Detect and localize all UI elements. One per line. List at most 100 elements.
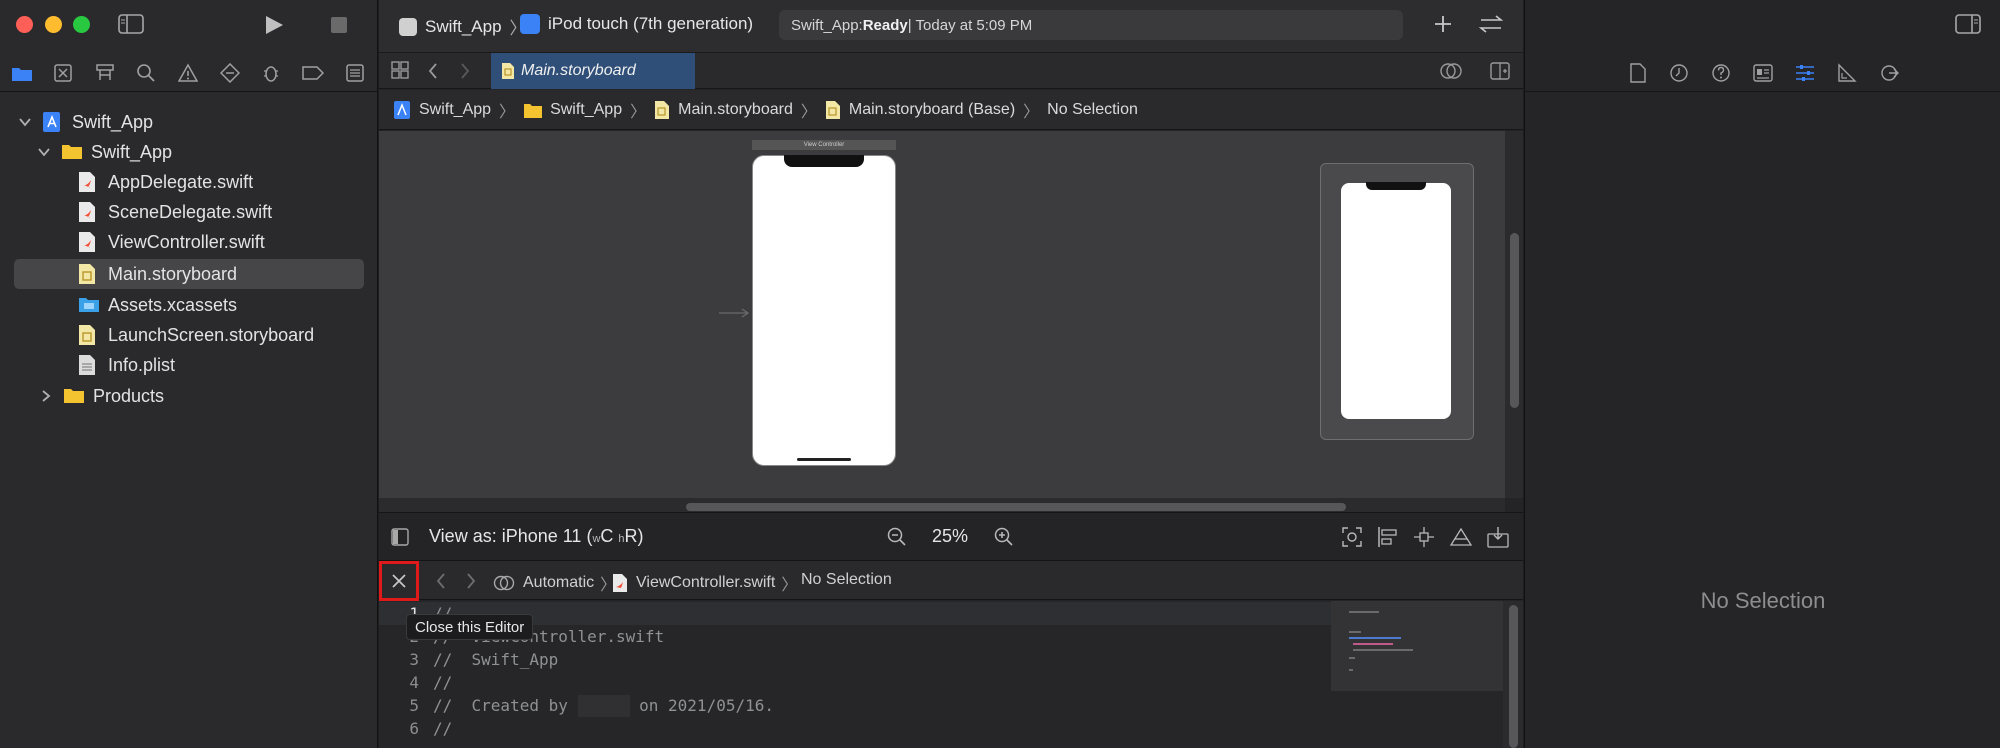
project-icon bbox=[42, 111, 62, 133]
close-icon bbox=[392, 574, 406, 588]
swift-file-icon bbox=[613, 574, 627, 592]
inspector-toggle-icon[interactable] bbox=[1955, 14, 1981, 34]
search-icon[interactable] bbox=[133, 60, 159, 86]
assistant-mode-label: Automatic bbox=[523, 574, 595, 591]
code-line: 4 // bbox=[379, 671, 1331, 694]
breadcrumb-item[interactable]: Main.storyboard (Base) 〉 bbox=[825, 98, 1047, 122]
align-icon[interactable] bbox=[1377, 526, 1399, 548]
tree-item-file[interactable]: Assets.xcassets bbox=[0, 290, 378, 320]
code-scrollbar[interactable] bbox=[1509, 605, 1518, 748]
home-indicator bbox=[797, 458, 851, 461]
zoom-in-icon[interactable] bbox=[994, 527, 1014, 547]
source-control-icon[interactable] bbox=[50, 60, 76, 86]
tree-item-file-selected[interactable]: Main.storyboard bbox=[0, 259, 378, 289]
inspector-panel: No Selection bbox=[1524, 0, 2000, 748]
minimize-window-button[interactable] bbox=[45, 16, 62, 33]
horizontal-scrollbar-track bbox=[379, 498, 1505, 512]
chevron-down-icon[interactable] bbox=[18, 115, 32, 129]
vertical-scrollbar[interactable] bbox=[1510, 233, 1519, 408]
view-controller-scene[interactable] bbox=[752, 155, 896, 466]
tree-item-folder[interactable]: Products bbox=[0, 381, 378, 411]
chevron-down-icon[interactable] bbox=[37, 145, 51, 159]
debug-icon[interactable] bbox=[258, 60, 284, 86]
folder-icon[interactable] bbox=[9, 60, 35, 86]
embed-in-icon[interactable] bbox=[1487, 526, 1509, 548]
connections-icon[interactable] bbox=[1876, 60, 1902, 86]
help-icon[interactable] bbox=[1708, 60, 1734, 86]
tree-item-label: Main.storyboard bbox=[108, 263, 238, 284]
attributes-icon[interactable] bbox=[1792, 60, 1818, 86]
storyboard-file-icon bbox=[655, 100, 670, 119]
close-editor-button[interactable] bbox=[379, 561, 419, 601]
test-icon[interactable] bbox=[217, 60, 243, 86]
code-line: 5 // Created by on 2021/05/16. bbox=[379, 694, 1331, 717]
plist-file-icon bbox=[78, 354, 98, 376]
run-button[interactable] bbox=[263, 14, 285, 36]
editor-tab-bar: Main.storyboard bbox=[379, 52, 1523, 89]
zoom-out-icon[interactable] bbox=[887, 527, 907, 547]
tree-item-file[interactable]: ViewController.swift bbox=[0, 227, 378, 257]
line-text: // Created by bbox=[433, 696, 578, 715]
breadcrumb-item[interactable]: No Selection bbox=[1047, 101, 1138, 119]
breadcrumb-label: Swift_App bbox=[419, 100, 492, 118]
document-outline-icon[interactable] bbox=[391, 528, 409, 546]
warning-icon[interactable] bbox=[175, 60, 201, 86]
breadcrumb-item[interactable]: Swift_App 〉 bbox=[393, 98, 523, 122]
folder-icon bbox=[63, 385, 84, 407]
adjust-options-icon[interactable] bbox=[1439, 61, 1463, 81]
forward-icon[interactable] bbox=[465, 572, 477, 590]
horizontal-scrollbar[interactable] bbox=[686, 503, 1346, 511]
assistant-selection[interactable]: No Selection bbox=[801, 571, 892, 589]
update-frames-icon[interactable] bbox=[1341, 526, 1363, 548]
close-window-button[interactable] bbox=[16, 16, 33, 33]
resolve-issues-icon[interactable] bbox=[1449, 526, 1473, 548]
tree-item-file[interactable]: AppDelegate.swift bbox=[0, 167, 378, 197]
swift-file-icon bbox=[78, 171, 98, 193]
hierarchy-icon[interactable] bbox=[92, 60, 118, 86]
code-editor[interactable]: 1 // 2 // ViewController.swift 3 // Swif… bbox=[379, 601, 1523, 748]
tree-item-folder[interactable]: Swift_App bbox=[0, 137, 378, 167]
breadcrumb-item[interactable]: Swift_App 〉 bbox=[523, 98, 654, 122]
file-icon[interactable] bbox=[1625, 60, 1651, 86]
back-icon[interactable] bbox=[435, 572, 447, 590]
add-library-icon[interactable] bbox=[1433, 14, 1453, 34]
tree-item-label: Swift_App bbox=[72, 111, 154, 132]
breadcrumb-item[interactable]: Main.storyboard 〉 bbox=[654, 98, 825, 122]
minimap-preview[interactable] bbox=[1320, 163, 1474, 440]
code-minimap[interactable] bbox=[1331, 601, 1503, 691]
split-editor-icon[interactable] bbox=[1490, 62, 1510, 80]
scene-title-bar[interactable]: View Controller bbox=[752, 140, 896, 150]
entry-point-arrow[interactable] bbox=[719, 308, 751, 318]
report-icon[interactable] bbox=[342, 60, 368, 86]
add-constraints-icon[interactable] bbox=[1413, 526, 1435, 548]
back-icon[interactable] bbox=[427, 62, 439, 80]
sidebar-toggle-icon[interactable] bbox=[118, 14, 144, 34]
size-icon[interactable] bbox=[1834, 60, 1860, 86]
grid-icon[interactable] bbox=[391, 61, 409, 79]
breadcrumb-label: Main.storyboard (Base) bbox=[848, 100, 1016, 118]
forward-icon[interactable] bbox=[459, 62, 471, 80]
tree-item-file[interactable]: SceneDelegate.swift bbox=[0, 197, 378, 227]
device-icon bbox=[520, 14, 540, 34]
destination-selector[interactable]: iPod touch (7th generation) bbox=[520, 14, 753, 34]
breakpoint-icon[interactable] bbox=[300, 60, 326, 86]
zoom-window-button[interactable] bbox=[73, 16, 90, 33]
assistant-mode-selector[interactable]: Automatic 〉 bbox=[493, 571, 622, 595]
storyboard-canvas[interactable]: View Controller bbox=[379, 131, 1505, 498]
tree-item-file[interactable]: LaunchScreen.storyboard bbox=[0, 320, 378, 350]
scheme-selector[interactable]: Swift_App 〉 bbox=[399, 14, 535, 39]
tab-main-storyboard[interactable]: Main.storyboard bbox=[491, 53, 695, 89]
swift-file-icon bbox=[78, 201, 98, 223]
tree-item-file[interactable]: Info.plist bbox=[0, 350, 378, 380]
history-icon[interactable] bbox=[1666, 60, 1692, 86]
tree-item-project[interactable]: Swift_App bbox=[0, 107, 378, 137]
project-icon bbox=[394, 100, 410, 119]
code-review-icon[interactable] bbox=[1477, 14, 1505, 34]
identity-icon[interactable] bbox=[1750, 60, 1776, 86]
assistant-jump-bar: Automatic 〉 ViewController.swift 〉 No Se… bbox=[379, 560, 1523, 601]
assistant-file-crumb[interactable]: ViewController.swift 〉 bbox=[612, 571, 803, 595]
view-as-device[interactable]: View as: iPhone 11 (wC hR) bbox=[429, 526, 644, 547]
activity-status: Swift_App: Ready | Today at 5:09 PM bbox=[779, 10, 1403, 40]
stop-button[interactable] bbox=[330, 16, 348, 34]
chevron-right-icon[interactable] bbox=[39, 389, 53, 403]
